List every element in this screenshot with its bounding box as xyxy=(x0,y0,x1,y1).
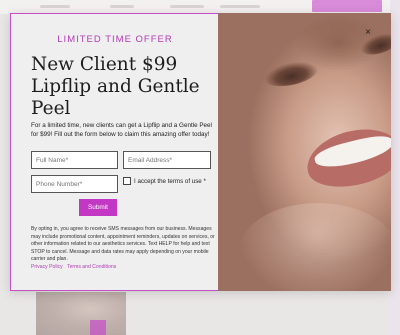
privacy-policy-link[interactable]: Privacy Policy xyxy=(31,264,63,270)
full-name-input[interactable] xyxy=(31,151,118,169)
close-icon[interactable]: × xyxy=(363,28,373,38)
background-accent-chip xyxy=(90,320,106,335)
photo-eye xyxy=(262,57,320,91)
offer-headline: New Client $99 Lipflip and Gentle Peel xyxy=(31,54,200,119)
terms-link[interactable]: Terms and Conditions xyxy=(67,264,116,270)
background-side-strip xyxy=(390,0,400,335)
sms-disclaimer: By opting in, you agree to receive SMS m… xyxy=(31,226,215,263)
background-nav-item xyxy=(110,5,134,8)
background-nav-item xyxy=(170,5,204,8)
background-nav-item xyxy=(40,5,70,8)
offer-intro: For a limited time, new clients can get … xyxy=(31,122,212,138)
submit-button[interactable]: Submit xyxy=(79,199,117,216)
email-input[interactable] xyxy=(123,151,211,169)
background-nav-item xyxy=(220,5,260,8)
phone-input[interactable] xyxy=(31,175,118,193)
background-photo xyxy=(36,292,126,335)
offer-eyebrow: LIMITED TIME OFFER xyxy=(57,34,173,45)
legal-links: Privacy Policy Terms and Conditions xyxy=(31,264,217,270)
terms-label: I accept the terms of use * xyxy=(134,177,206,185)
checkbox-icon[interactable] xyxy=(123,177,131,185)
offer-modal: LIMITED TIME OFFER New Client $99 Lipfli… xyxy=(10,13,391,291)
photo-face-shading xyxy=(238,203,391,291)
offer-hero-photo: × xyxy=(218,13,391,291)
offer-form-panel: LIMITED TIME OFFER New Client $99 Lipfli… xyxy=(10,13,218,291)
terms-checkbox-row[interactable]: I accept the terms of use * xyxy=(123,175,219,187)
background-cta-button xyxy=(312,0,382,12)
